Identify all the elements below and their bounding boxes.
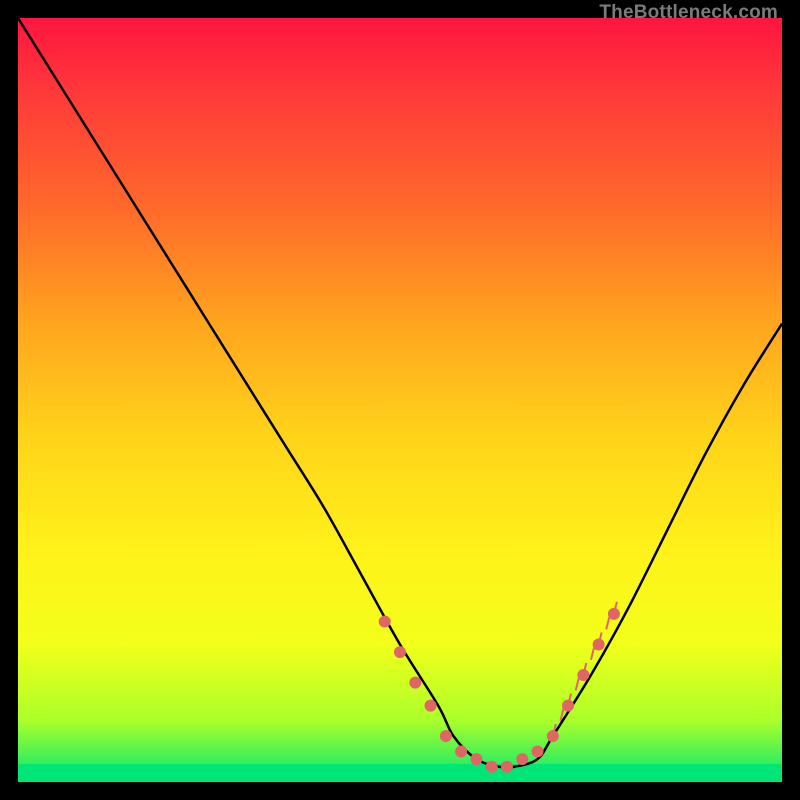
- tick-mark: [591, 648, 594, 660]
- valley-marker: [547, 730, 559, 742]
- valley-markers: [379, 608, 620, 773]
- valley-marker: [577, 669, 589, 681]
- valley-marker: [455, 745, 467, 757]
- valley-marker: [440, 730, 452, 742]
- chart-frame: [18, 18, 782, 782]
- valley-marker: [470, 753, 482, 765]
- valley-marker: [379, 616, 391, 628]
- valley-marker: [562, 700, 574, 712]
- valley-marker: [532, 745, 544, 757]
- attribution-label: TheBottleneck.com: [599, 2, 778, 24]
- valley-marker: [501, 761, 513, 773]
- tick-mark: [576, 678, 579, 690]
- valley-marker: [409, 677, 421, 689]
- right-branch-ticks: [553, 602, 617, 736]
- valley-marker: [593, 638, 605, 650]
- valley-marker: [394, 646, 406, 658]
- tick-mark: [606, 617, 609, 629]
- bottleneck-curve: [18, 18, 782, 782]
- valley-marker: [486, 761, 498, 773]
- valley-marker: [608, 608, 620, 620]
- valley-marker: [516, 753, 528, 765]
- valley-marker: [425, 700, 437, 712]
